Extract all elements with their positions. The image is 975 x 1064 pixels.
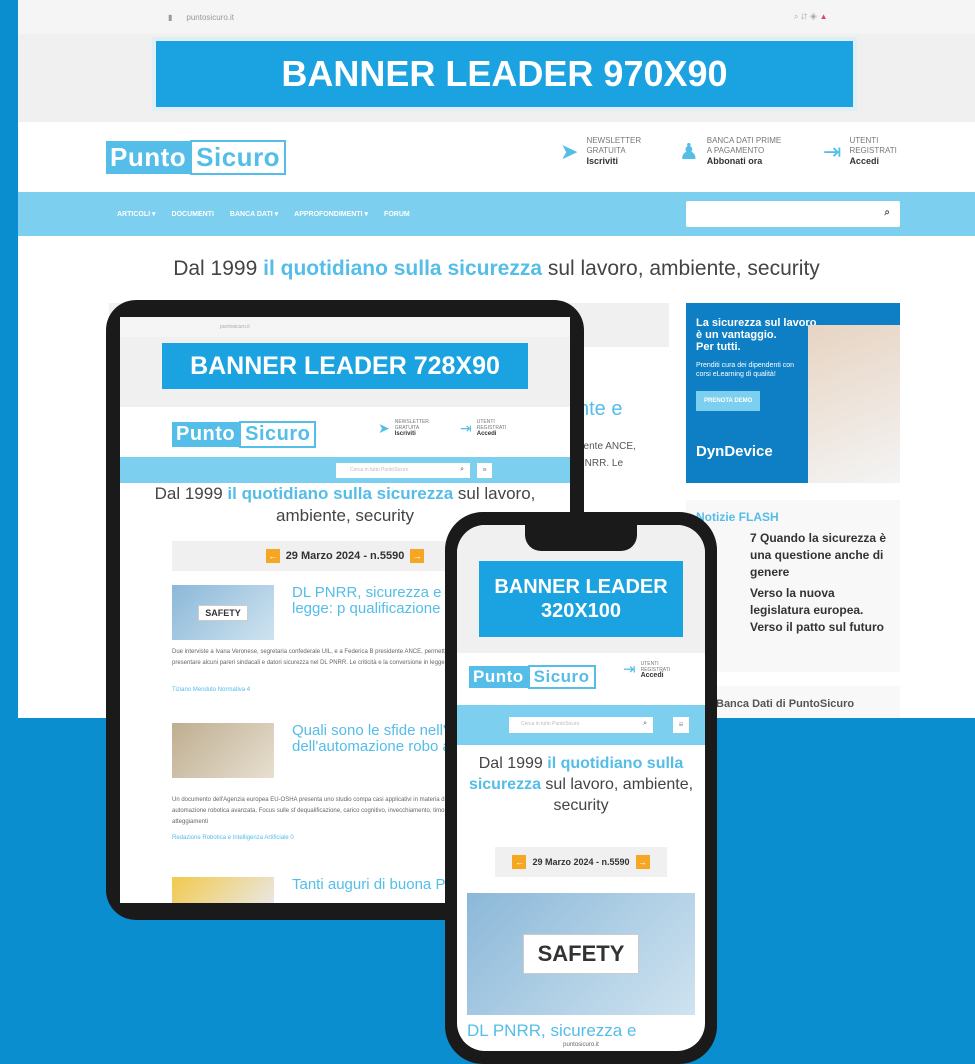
flash-item[interactable]: Verso la nuova legislatura europea. Vers… [696,585,890,636]
article-excerpt-partial: dente ANCE, PNRR. Le [578,441,636,469]
phone-search-input[interactable]: Cerca in tutto PuntoSicuro ⌕ [509,717,653,733]
article-title[interactable]: DL PNRR, sicurezza e [467,1021,636,1041]
tablet-header: Punto Sicuro ➤ NEWSLETTER GRATUITA Iscriviti… [120,407,570,457]
hamburger-menu-icon[interactable]: ≡ [477,463,492,478]
tablet-nav: Cerca in tutto PuntoSicuro ⌕ ≡ [120,457,570,483]
next-arrow-icon[interactable]: → [410,549,425,563]
newsletter-link[interactable]: ➤ NEWSLETTER GRATUITA Iscriviti [560,136,641,167]
phone-date-bar: ← 29 Marzo 2024 - n.5590 → [495,847,667,877]
leader-banner[interactable]: BANNER LEADER 970X90 [156,41,853,107]
prev-arrow-icon[interactable]: ← [265,549,280,563]
tagline: Dal 1999 il quotidiano sulla sicurezza s… [173,257,820,280]
phone-leader-banner[interactable]: BANNER LEADER 320X100 [479,561,683,637]
nav-banca-dati[interactable]: BANCA DATI ▾ [230,210,278,218]
search-icon[interactable]: ⌕ [643,720,647,728]
paper-plane-icon: ➤ [560,138,579,164]
article-thumbnail[interactable] [172,723,274,778]
main-nav: ARTICOLI ▾ DOCUMENTI BANCA DATI ▾ APPROF… [18,192,975,236]
news-flash-box: Notizie FLASH 7 Quando la sicurezza è un… [686,500,900,672]
hamburger-menu-icon[interactable]: ≡ [673,717,689,733]
book-demo-button[interactable]: PRENOTA DEMO [696,391,761,411]
ad-photo [808,325,900,483]
banca-dati-box[interactable]: Banca Dati di PuntoSicuro [686,686,900,718]
tablet-address-bar[interactable]: puntosicuro.it [120,317,570,337]
phone-nav: Cerca in tutto PuntoSicuro ⌕ ≡ [457,705,705,745]
phone-header: Punto Sicuro ⇥ UTENTI REGISTRATI Accedi [457,653,705,701]
ad-brand: DynDevice [696,443,773,460]
nav-articoli[interactable]: ARTICOLI ▾ [117,210,156,218]
article-thumbnail[interactable]: SAFETY [467,893,695,1015]
article-excerpt: Due interviste a Ivana Veronese, segreta… [172,649,462,666]
phone-notch [525,525,637,551]
phone-tagline: Dal 1999 il quotidiano sulla sicurezza s… [468,755,694,814]
flash-item[interactable]: 7 Quando la sicurezza è una questione an… [696,530,890,581]
url-text: puntosicuro.it [186,12,234,22]
sign-in-icon: ⇥ [460,420,472,436]
article-thumbnail[interactable] [172,877,274,903]
banca-dati-link[interactable]: ♟ BANCA DATI PRIME A PAGAMENTO Abbonati or… [679,136,781,167]
search-icon[interactable]: ⌕ [460,466,464,474]
nav-documenti[interactable]: DOCUMENTI [172,211,214,218]
tablet-login-link[interactable]: ⇥ UTENTI REGISTRATI Accedi [460,419,506,437]
article-meta[interactable]: Redazione Robotica e Intelligenza Artifi… [172,835,294,841]
phone-login-link[interactable]: ⇥ UTENTI REGISTRATI Accedi [623,661,670,679]
site-header: Punto Sicuro ➤ NEWSLETTER GRATUITA Iscrivit… [18,122,975,192]
paper-plane-icon: ➤ [378,420,390,436]
address-bar[interactable]: ▮ puntosicuro.it ⌕ ⇵ ◈ ▲ [18,0,975,34]
article-title-partial[interactable]: nte e [578,398,622,421]
search-input[interactable]: Cerca in tutto PuntoSicuro ⌕ [686,201,900,227]
search-icon[interactable]: ⌕ [884,207,890,218]
article-thumbnail[interactable]: SAFETY [172,585,274,640]
phone-logo[interactable]: Punto Sicuro [469,665,596,689]
login-link[interactable]: ⇥ UTENTI REGISTRATI Accedi [823,136,897,167]
sidebar-ad[interactable]: La sicurezza sul lavoro è un vantaggio. Pe… [686,303,900,483]
nav-approfondimenti[interactable]: APPROFONDIMENTI ▾ [294,210,368,218]
article-meta[interactable]: Tiziano Menduto Normativa 4 [172,687,250,693]
article-excerpt: Un documento dell'Agenzia europea EU-OSH… [172,797,453,825]
sign-in-icon: ⇥ [823,138,842,164]
tablet-newsletter-link[interactable]: ➤ NEWSLETTER GRATUITA Iscriviti [378,419,429,437]
tablet-search-input[interactable]: Cerca in tutto PuntoSicuro ⌕ [336,463,470,478]
sign-in-icon: ⇥ [623,661,636,678]
tablet-ad-strip: BANNER LEADER 728X90 [120,337,570,407]
phone-device: BANNER LEADER 320X100 Punto Sicuro ⇥ UTENTI… [445,512,717,1064]
tablet-logo[interactable]: Punto Sicuro [172,421,317,448]
ad-strip: BANNER LEADER 970X90 [18,34,975,122]
nav-forum[interactable]: FORUM [384,211,410,218]
phone-url-footer: puntosicuro.it [457,1040,705,1048]
site-logo[interactable]: Punto Sicuro [106,140,287,175]
phone-screen: BANNER LEADER 320X100 Punto Sicuro ⇥ UTENTI… [457,525,705,1051]
prev-arrow-icon[interactable]: ← [512,855,527,869]
bookmark-icon[interactable]: ▮ [168,13,172,22]
tablet-leader-banner[interactable]: BANNER LEADER 728X90 [162,343,528,389]
reader-icon: ♟ [679,138,699,164]
next-arrow-icon[interactable]: → [635,855,650,869]
shield-icon[interactable]: ⌕ ⇵ ◈ ▲ [794,12,827,22]
